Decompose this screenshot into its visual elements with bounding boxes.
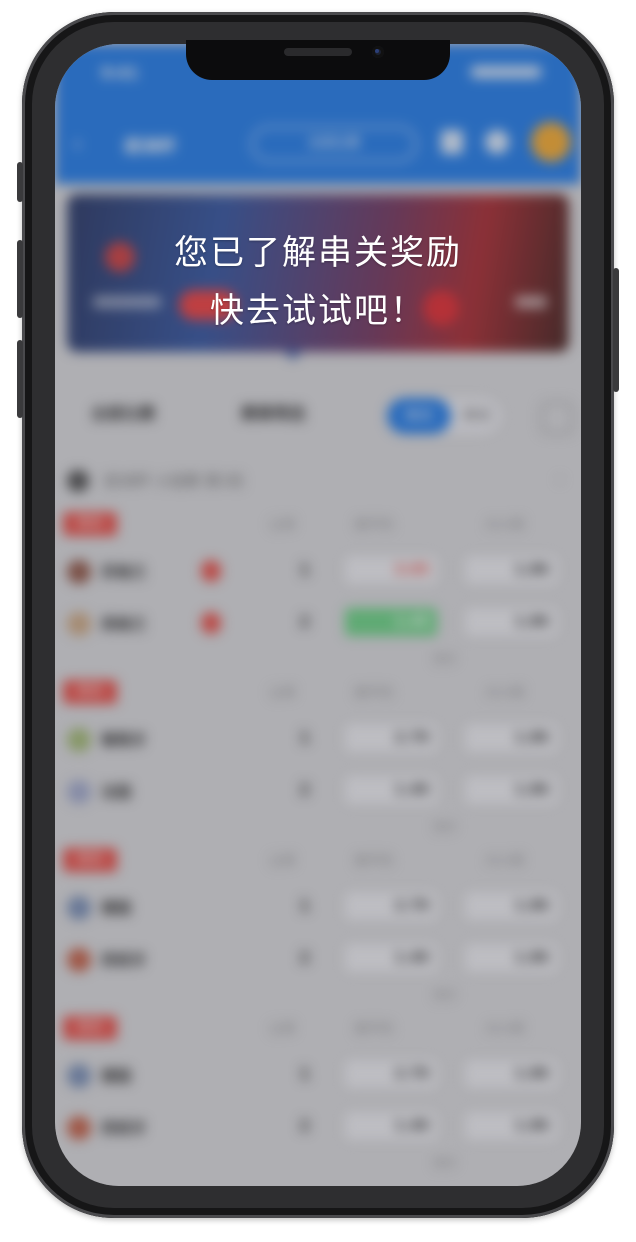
power-button	[613, 268, 619, 392]
guide-tip-line2: 快去试试吧！	[210, 291, 426, 331]
volume-down-button	[17, 340, 23, 418]
front-camera-icon	[372, 46, 384, 58]
guide-overlay[interactable]	[55, 44, 581, 1186]
guide-tip: 您已了解串关奖励 快去试试吧！	[55, 224, 581, 340]
guide-tip-line1: 您已了解串关奖励	[174, 233, 462, 273]
speaker-grille	[284, 48, 352, 56]
mute-switch	[17, 162, 23, 202]
phone-screen: 9:41 ‹ 欧洲杯 全部比赛 全部比赛 赛事筛选 串关 单关 欧洲杯 小组赛 …	[55, 44, 581, 1186]
phone-notch	[186, 40, 450, 80]
volume-up-button	[17, 240, 23, 318]
